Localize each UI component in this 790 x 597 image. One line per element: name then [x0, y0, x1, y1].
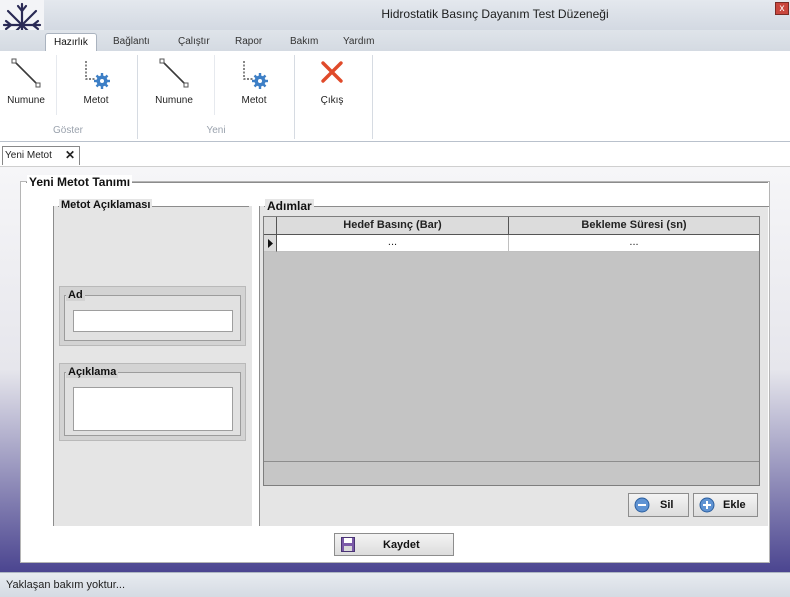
- method-description-title: Metot Açıklaması: [59, 199, 153, 211]
- tab-calistir[interactable]: Çalıştır: [170, 33, 218, 51]
- grid-footer: [264, 461, 759, 485]
- steps-grid[interactable]: Hedef Basınç (Bar) Bekleme Süresi (sn) .…: [263, 216, 760, 486]
- row-arrow-icon: [268, 239, 273, 248]
- tab-rapor[interactable]: Rapor: [227, 33, 270, 51]
- name-label: Ad: [66, 289, 85, 301]
- tab-yardim[interactable]: Yardım: [335, 33, 383, 51]
- ribbon-tab-bar: Hazırlık Bağlantı Çalıştır Rapor Bakım Y…: [0, 30, 790, 51]
- method-gear-icon: [66, 57, 126, 89]
- add-step-button[interactable]: Ekle: [693, 493, 758, 517]
- delete-step-button[interactable]: Sil: [628, 493, 689, 517]
- title-bar: Hidrostatik Basınç Dayanım Test Düzeneği…: [0, 0, 790, 50]
- group-label-goster: Göster: [52, 125, 83, 136]
- column-header-wait-time[interactable]: Bekleme Süresi (sn): [509, 217, 759, 235]
- close-x-icon: [302, 57, 362, 89]
- name-input[interactable]: [73, 310, 233, 332]
- new-method-label: Metot: [241, 95, 267, 106]
- floppy-disk-icon: [341, 537, 355, 555]
- grid-corner: [264, 217, 277, 235]
- ribbon-group-divider: [137, 55, 138, 139]
- line-icon: [0, 57, 56, 89]
- window-title: Hidrostatik Basınç Dayanım Test Düzeneği: [381, 7, 609, 21]
- form-border-top: [26, 182, 768, 183]
- ribbon-group-divider: [294, 55, 295, 139]
- group-label-yeni: Yeni: [206, 125, 226, 136]
- document-tab-bar: Yeni Metot ✕: [0, 142, 790, 167]
- ribbon-panel: Numune Metot Göster Numune Metot Yeni Çı…: [0, 51, 790, 142]
- row-indicator[interactable]: [264, 235, 277, 252]
- save-button[interactable]: Kaydet: [334, 533, 454, 556]
- show-method-button[interactable]: Metot: [66, 53, 126, 117]
- panel-border: [264, 206, 769, 207]
- doc-tab-label: Yeni Metot: [5, 150, 52, 161]
- plus-circle-icon: [699, 497, 715, 516]
- minus-circle-icon: [634, 497, 650, 516]
- exit-label: Çıkış: [320, 95, 344, 106]
- new-sample-label: Numune: [155, 95, 193, 106]
- form-title: Yeni Metot Tanımı: [27, 175, 133, 189]
- doc-tab-new-method[interactable]: Yeni Metot ✕: [2, 146, 80, 165]
- new-method-button[interactable]: Metot: [224, 53, 284, 117]
- add-step-label: Ekle: [723, 499, 746, 511]
- show-sample-button[interactable]: Numune: [0, 53, 56, 117]
- new-sample-button[interactable]: Numune: [144, 53, 204, 117]
- save-label: Kaydet: [383, 539, 420, 551]
- grid-cell[interactable]: ...: [277, 235, 509, 252]
- window-close-button[interactable]: x: [775, 2, 789, 15]
- show-method-label: Metot: [83, 95, 109, 106]
- tab-bakim[interactable]: Bakım: [282, 33, 326, 51]
- line-icon: [144, 57, 204, 89]
- method-gear-icon: [224, 57, 284, 89]
- steps-title: Adımlar: [265, 199, 314, 213]
- status-bar: Yaklaşan bakım yoktur...: [0, 572, 790, 597]
- grid-cell[interactable]: ...: [509, 235, 759, 252]
- description-label: Açıklama: [66, 366, 119, 378]
- ribbon-group-divider: [372, 55, 373, 139]
- column-header-target-pressure[interactable]: Hedef Basınç (Bar): [277, 217, 509, 235]
- ribbon-divider: [214, 55, 215, 115]
- ribbon-divider: [56, 55, 57, 115]
- exit-button[interactable]: Çıkış: [302, 53, 362, 117]
- description-input[interactable]: [73, 387, 233, 431]
- tab-baglanti[interactable]: Bağlantı: [105, 33, 158, 51]
- status-text: Yaklaşan bakım yoktur...: [6, 579, 126, 591]
- doc-tab-close-icon[interactable]: ✕: [65, 149, 75, 161]
- delete-step-label: Sil: [660, 499, 674, 511]
- show-sample-label: Numune: [7, 95, 45, 106]
- tab-hazirlik[interactable]: Hazırlık: [45, 33, 97, 51]
